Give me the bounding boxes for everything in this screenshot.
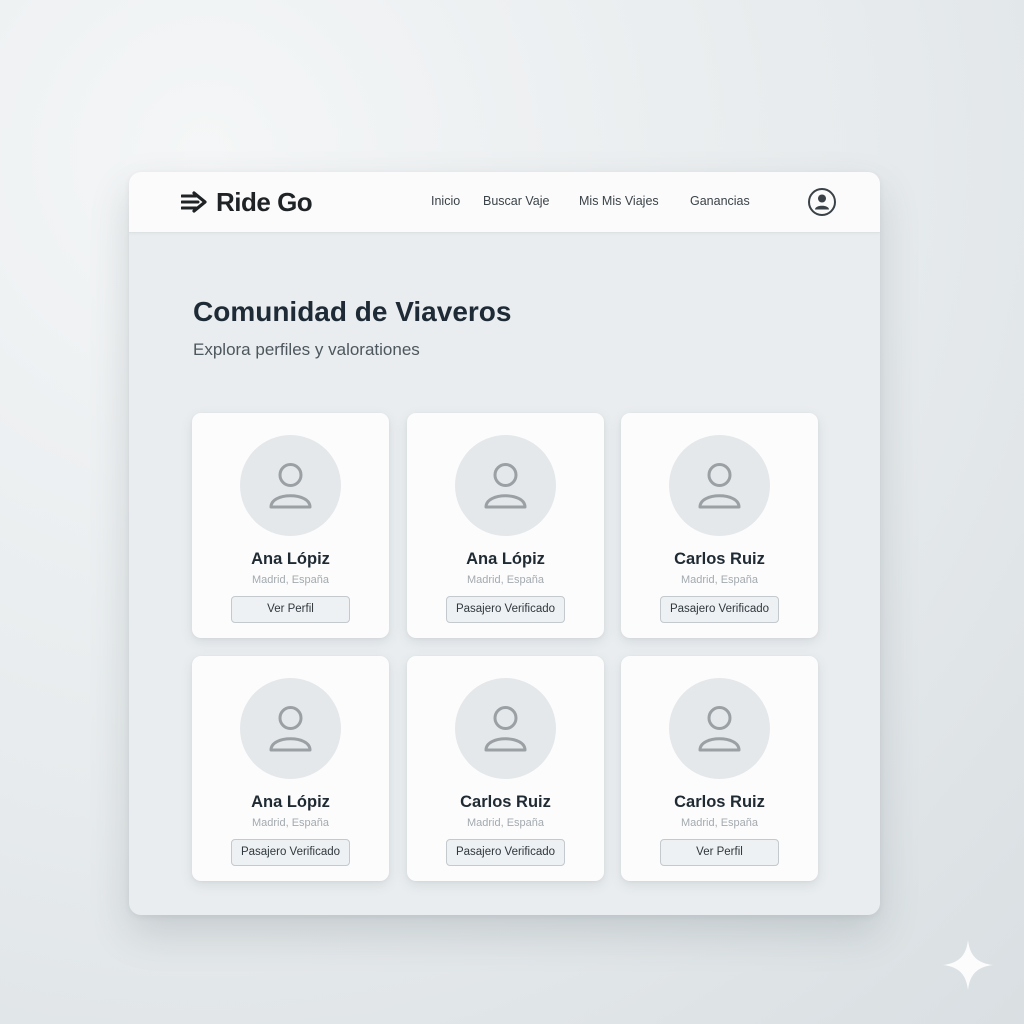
page-subtitle: Explora perfiles y valorationes	[193, 340, 420, 359]
profile-location: Madrid, España	[466, 574, 545, 586]
user-icon	[698, 463, 741, 509]
ver-perfil-button[interactable]: Ver Perfil	[660, 839, 779, 866]
profile-name: Carlos Ruiz	[674, 550, 765, 568]
profile-location: Madrid, España	[680, 817, 759, 829]
avatar	[455, 678, 556, 779]
pasajero-verificado-button[interactable]: Pasajero Verificado	[231, 839, 350, 866]
profile-name: Carlos Ruiz	[460, 793, 551, 811]
user-icon	[484, 706, 527, 752]
sparkle-icon	[943, 940, 993, 990]
user-icon	[269, 706, 312, 752]
avatar	[455, 435, 556, 536]
avatar	[240, 678, 341, 779]
user-icon	[698, 706, 741, 752]
profile-name: Carlos Ruiz	[674, 793, 765, 811]
avatar	[240, 435, 341, 536]
profile-name: Ana Lópiz	[251, 793, 330, 811]
app-name: Ride Go	[216, 186, 313, 217]
nav-link-mis-viajes[interactable]: Mis Mis Viajes	[579, 194, 659, 208]
pasajero-verificado-button[interactable]: Pasajero Verificado	[446, 596, 565, 623]
profile-card: Ana Lópiz Madrid, España Pasajero Verifi…	[192, 656, 389, 881]
user-icon	[269, 463, 312, 509]
nav-link-inicio[interactable]: Inicio	[431, 194, 460, 208]
profile-name: Ana Lópiz	[251, 550, 330, 568]
logo[interactable]: Ride Go	[181, 186, 313, 217]
top-navbar: Ride Go Inicio Buscar Vaje Mis Mis Viaje…	[129, 172, 880, 233]
profile-location: Madrid, España	[251, 574, 330, 586]
profile-location: Madrid, España	[251, 817, 330, 829]
profile-card: Carlos Ruiz Madrid, España Pasajero Veri…	[407, 656, 604, 881]
ver-perfil-button[interactable]: Ver Perfil	[231, 596, 350, 623]
pasajero-verificado-button[interactable]: Pasajero Verificado	[660, 596, 779, 623]
double-arrow-icon	[181, 191, 207, 213]
nav-link-ganancias[interactable]: Ganancias	[690, 194, 750, 208]
nav-link-buscar-viaje[interactable]: Buscar Vaje	[483, 194, 549, 208]
pasajero-verificado-button[interactable]: Pasajero Verificado	[446, 839, 565, 866]
user-icon	[484, 463, 527, 509]
profile-location: Madrid, España	[466, 817, 545, 829]
user-circle-icon[interactable]	[807, 187, 837, 217]
profile-card: Ana Lópiz Madrid, España Ver Perfil	[192, 413, 389, 638]
profile-card: Carlos Ruiz Madrid, España Ver Perfil	[621, 656, 818, 881]
avatar	[669, 435, 770, 536]
page-title: Comunidad de Viaveros	[193, 296, 512, 327]
profile-card: Carlos Ruiz Madrid, España Pasajero Veri…	[621, 413, 818, 638]
avatar	[669, 678, 770, 779]
profile-location: Madrid, España	[680, 574, 759, 586]
profile-card: Ana Lópiz Madrid, España Pasajero Verifi…	[407, 413, 604, 638]
profile-name: Ana Lópiz	[466, 550, 545, 568]
app-window: Ride Go Inicio Buscar Vaje Mis Mis Viaje…	[129, 172, 880, 915]
